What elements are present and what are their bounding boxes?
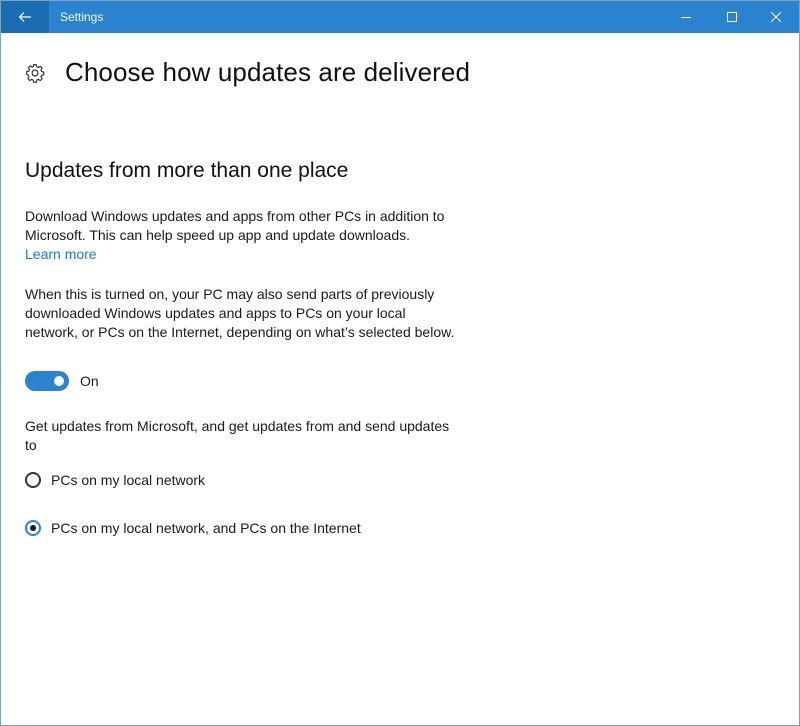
learn-more-link[interactable]: Learn more — [25, 245, 97, 264]
delivery-toggle-row: On — [25, 371, 99, 391]
radio-button-checked[interactable] — [25, 520, 41, 536]
section-description: Download Windows updates and apps from o… — [25, 208, 445, 243]
settings-window: Settings Choose how updates are delivere… — [0, 0, 800, 726]
title-bar: Settings — [1, 1, 799, 33]
maximize-button[interactable] — [709, 1, 755, 33]
radio-prompt: Get updates from Microsoft, and get upda… — [25, 418, 450, 453]
back-button[interactable] — [1, 1, 49, 33]
info-text: When this is turned on, your PC may also… — [25, 286, 455, 340]
section-title: Updates from more than one place — [25, 159, 349, 182]
minimize-icon — [681, 17, 691, 18]
radio-label: PCs on my local network — [51, 472, 206, 488]
gear-icon — [26, 63, 45, 83]
page-title: Choose how updates are delivered — [65, 57, 471, 87]
toggle-state-label: On — [80, 373, 99, 389]
close-button[interactable] — [753, 1, 799, 33]
back-arrow-icon — [18, 12, 31, 22]
window-title: Settings — [60, 10, 104, 24]
maximize-icon — [727, 12, 737, 22]
minimize-button[interactable] — [663, 1, 709, 33]
page-header: Choose how updates are delivered — [25, 57, 470, 88]
delivery-optimization-toggle[interactable] — [25, 371, 69, 391]
radio-local-network[interactable]: PCs on my local network — [25, 472, 205, 488]
radio-local-and-internet[interactable]: PCs on my local network, and PCs on the … — [25, 520, 361, 536]
toggle-knob — [54, 376, 64, 386]
close-icon — [771, 12, 781, 22]
radio-button-unchecked[interactable] — [25, 472, 41, 488]
radio-label: PCs on my local network, and PCs on the … — [51, 520, 361, 536]
